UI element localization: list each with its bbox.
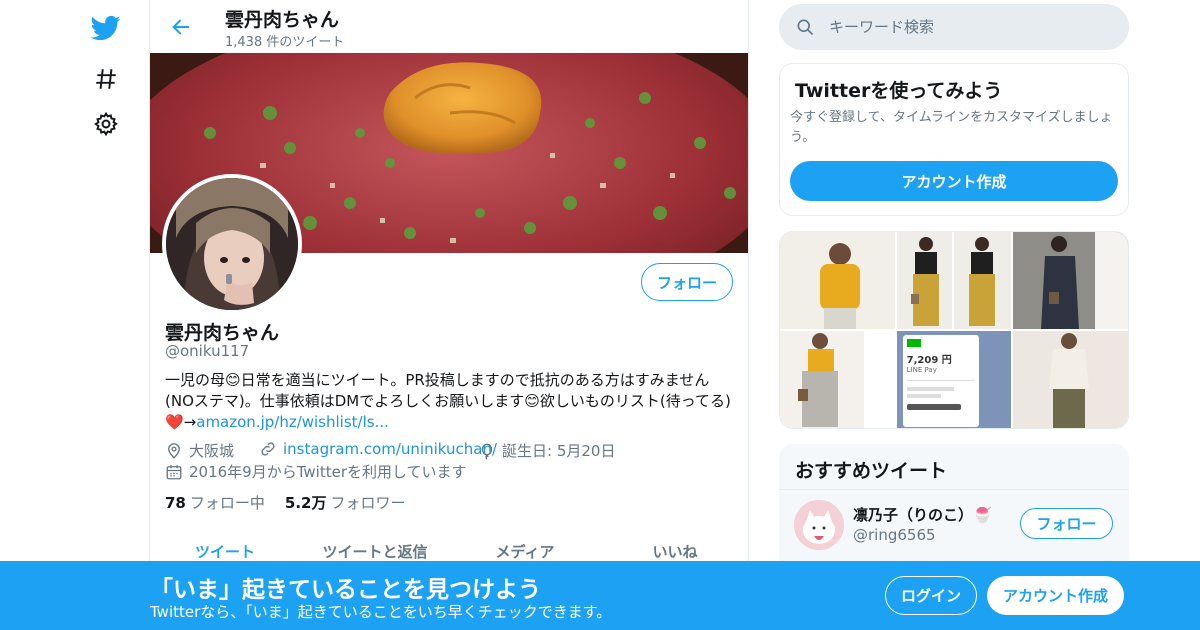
login-button[interactable]: ログイン <box>885 576 977 615</box>
calendar-icon <box>166 464 182 479</box>
gear-icon[interactable] <box>82 100 130 148</box>
profile-bio: 一児の母😊日常を適当にツイート。PR投稿しますので抵抗のある方はすみません (N… <box>165 370 740 433</box>
recommended-avatar[interactable] <box>794 500 844 550</box>
twitter-logo-icon[interactable] <box>82 4 130 52</box>
signup-prompt-text: 今すぐ登録して、タイムラインをカスタマイズしましょう。 <box>790 110 1113 145</box>
profile-handle[interactable]: @oniku117 <box>165 342 249 360</box>
profile-column: 雲丹肉ちゃん 1,438 件のツイート フォロー 雲丹肉ちゃん @oniku11… <box>149 0 749 630</box>
bio-line: ❤️→amazon.jp/hz/wishlist/ls... <box>165 412 740 433</box>
media-thumbnail[interactable]: 7,209 円 LINE Pay <box>896 331 1012 428</box>
create-account-button[interactable]: アカウント作成 <box>790 161 1118 201</box>
signup-prompt-card: Twitterを使ってみよう 今すぐ登録して、タイムラインをカスタマイズしましょ… <box>779 63 1129 216</box>
tweet-count: 1,438 件のツイート <box>225 35 345 50</box>
signup-button[interactable]: アカウント作成 <box>987 576 1124 615</box>
joined-text: 2016年9月からTwitterを利用しています <box>189 463 467 481</box>
search-box[interactable] <box>779 4 1129 50</box>
followers-count-link[interactable]: 5.2万 フォロワー <box>285 492 406 513</box>
search-icon <box>797 19 814 36</box>
pay-label: LINE Pay <box>906 366 937 374</box>
hashtag-icon[interactable] <box>82 55 130 103</box>
location-pin-icon <box>168 442 180 459</box>
location-row: 大阪城 <box>165 440 234 461</box>
wishlist-link[interactable]: amazon.jp/hz/wishlist/ls... <box>196 413 389 431</box>
follow-button[interactable]: フォロー <box>641 263 733 301</box>
recommended-follow-button[interactable]: フォロー <box>1020 508 1113 539</box>
divider <box>779 489 1129 490</box>
media-thumbnails: 7,209 円 LINE Pay <box>779 231 1129 429</box>
profile-avatar[interactable] <box>162 174 302 314</box>
media-thumbnail[interactable] <box>896 232 1012 329</box>
link-icon <box>261 442 275 456</box>
bio-line: (NOステマ)。仕事依頼はDMでよろしくお願いします😊欲しいものリスト(待ってる… <box>165 392 731 410</box>
profile-name: 雲丹肉ちゃん <box>165 322 280 344</box>
media-thumbnail[interactable] <box>1013 232 1128 329</box>
profile-header: 雲丹肉ちゃん 1,438 件のツイート <box>150 0 748 53</box>
bio-heart-arrow: ❤️→ <box>165 413 197 431</box>
back-arrow-icon[interactable] <box>164 10 198 44</box>
signup-bottom-bar: 「いま」起きていることを見つけよう Twitterなら、「いま」起きていることを… <box>0 561 1200 630</box>
bottom-bar-title: 「いま」起きていることを見つけよう <box>150 577 541 603</box>
balloon-icon <box>481 443 493 460</box>
signup-prompt-title: Twitterを使ってみよう <box>795 80 1003 102</box>
header-title: 雲丹肉ちゃん <box>225 9 340 31</box>
media-thumbnail[interactable] <box>780 331 895 428</box>
birthday-text: 誕生日: 5月20日 <box>502 442 616 460</box>
recommended-name[interactable]: 凛乃子（りのこ）🍧 <box>853 504 992 525</box>
recommended-handle[interactable]: @ring6565 <box>853 526 936 544</box>
pay-amount: 7,209 円 <box>906 355 952 366</box>
website-row: instagram.com/uninikuchan/ <box>259 440 497 458</box>
media-thumbnail[interactable] <box>780 232 895 329</box>
following-count-link[interactable]: 78 フォロー中 <box>165 492 265 513</box>
location-text: 大阪城 <box>189 442 235 460</box>
follow-counts: 78 フォロー中 5.2万 フォロワー <box>165 492 405 513</box>
bio-line: 一児の母😊日常を適当にツイート。PR投稿しますので抵抗のある方はすみません <box>165 371 710 389</box>
bottom-bar-subtitle: Twitterなら、「いま」起きていることをいち早くチェックできます。 <box>150 603 612 621</box>
search-input[interactable] <box>829 18 1109 36</box>
birthday-row: 誕生日: 5月20日 <box>478 440 615 461</box>
media-thumbnail[interactable] <box>1013 331 1128 428</box>
website-link[interactable]: instagram.com/uninikuchan/ <box>283 440 497 458</box>
joined-row: 2016年9月からTwitterを利用しています <box>165 461 467 482</box>
recommended-title: おすすめツイート <box>795 460 948 482</box>
